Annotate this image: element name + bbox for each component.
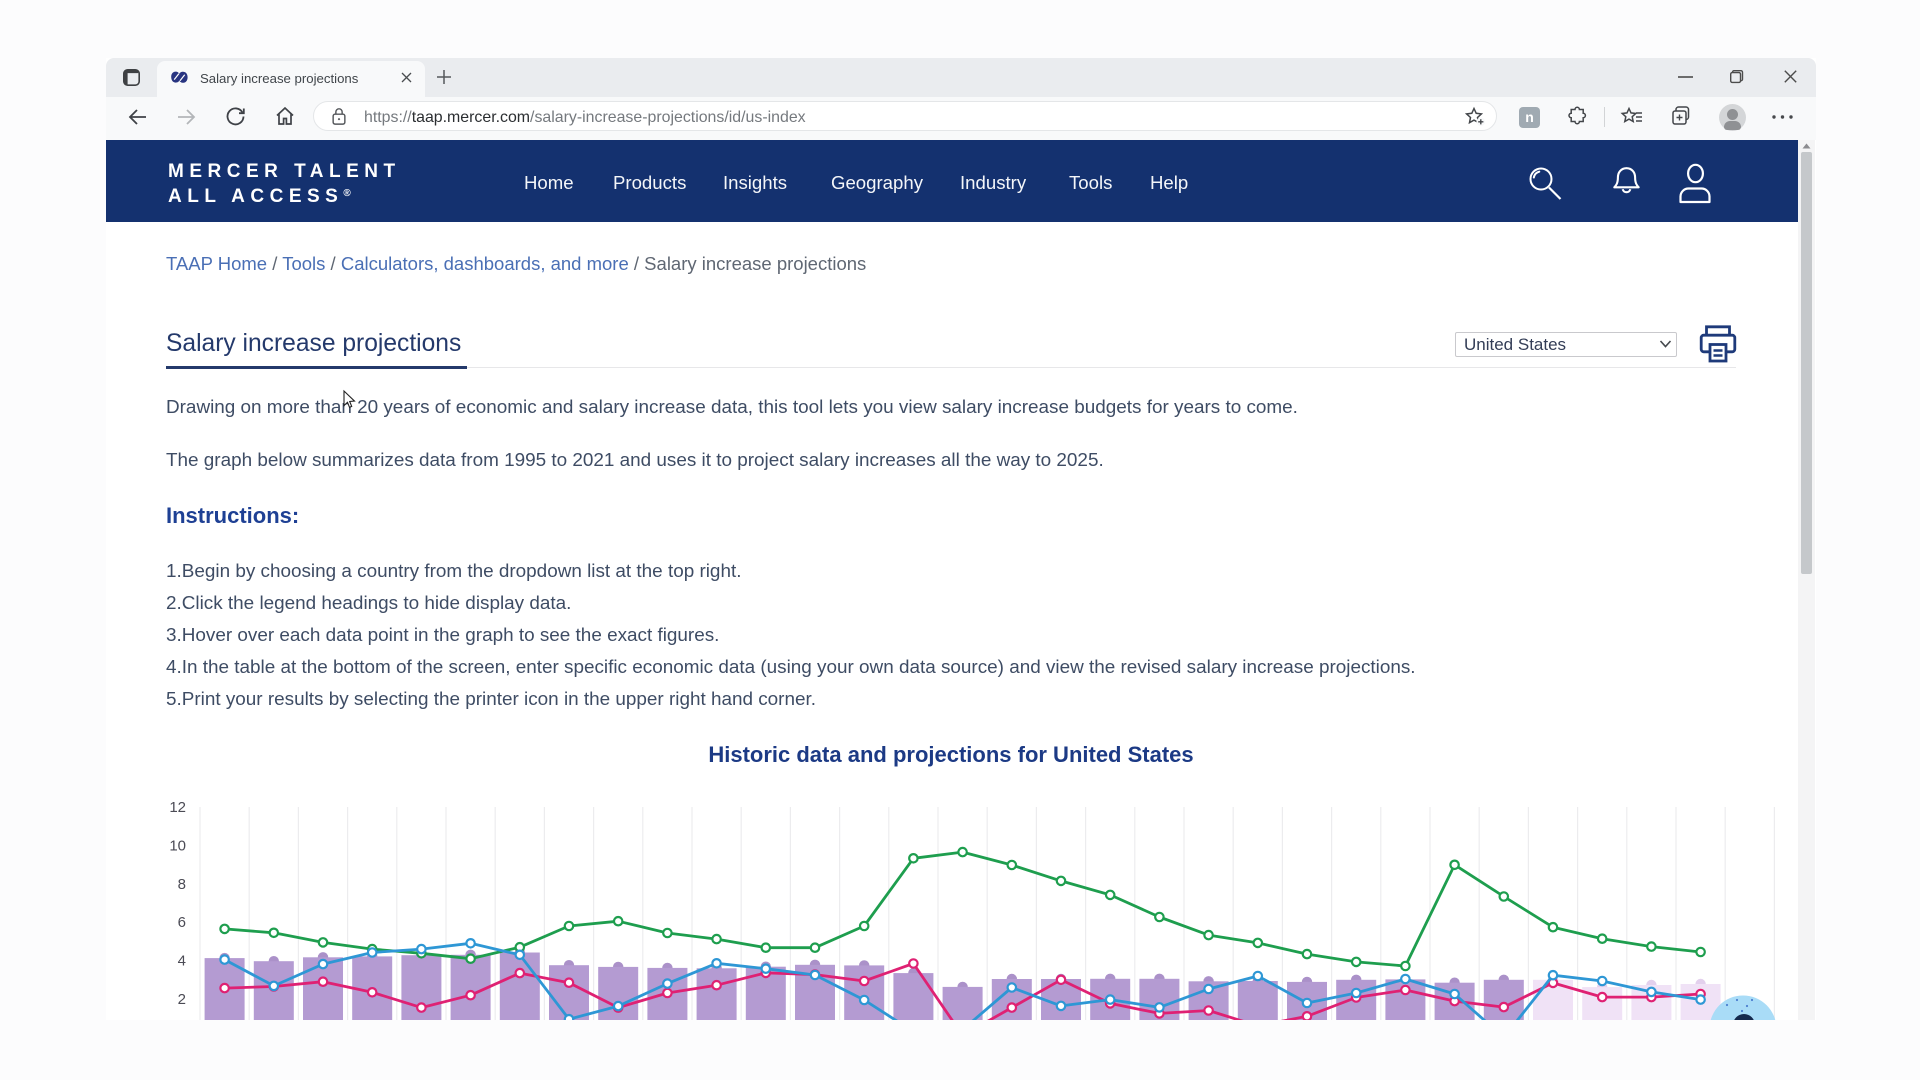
- svg-text:10: 10: [169, 837, 186, 854]
- svg-text:6: 6: [178, 914, 186, 931]
- svg-text:2: 2: [178, 991, 186, 1008]
- svg-text:8: 8: [178, 876, 186, 893]
- svg-text:12: 12: [169, 799, 186, 816]
- svg-text:4: 4: [178, 953, 186, 970]
